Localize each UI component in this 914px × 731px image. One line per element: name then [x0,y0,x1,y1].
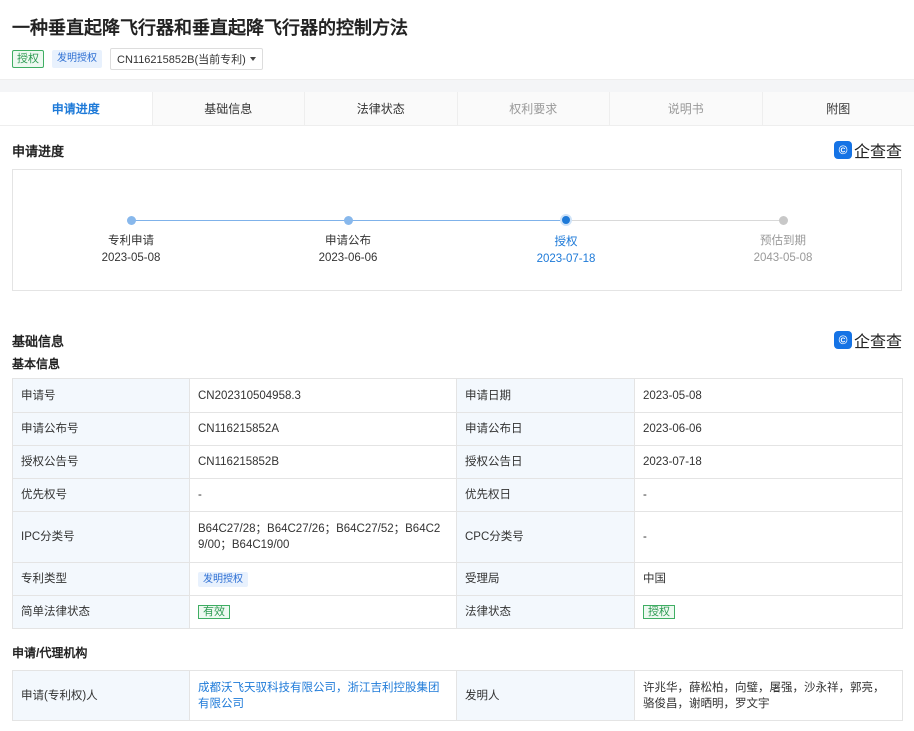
inventor-list: 许兆华，薛松柏，向璧，屠强，沙永祥，郭亮，骆俊昌，谢晒明，罗文宇 [634,670,903,721]
field-value: CN116215852B [189,445,457,479]
brand-name: 企查查 [853,144,902,161]
step-date: 2023-07-18 [536,253,596,265]
type-badge: 发明授权 [52,50,102,68]
step-dot [126,216,136,225]
step-dot-future [778,216,788,225]
brand-name: 企查查 [853,334,902,351]
step-label: 申请公布 [325,235,371,247]
table-row: 优先权号 - 优先权日 - [12,478,903,512]
tab-claims[interactable]: 权利要求 [457,92,610,125]
qcc-logo-icon: © [833,141,852,159]
patent-title: 一种垂直起降飞行器和垂直起降飞行器的控制方法 [12,18,408,38]
table-row: IPC分类号 B64C27/28；B64C27/26；B64C27/52；B64… [12,511,903,563]
field-value: 2023-07-18 [634,445,903,479]
agency-title: 申请/代理机构 [12,646,88,660]
field-value: 有效 [189,595,457,629]
status-badge: 授权 [12,50,44,68]
chevron-down-icon [249,57,256,61]
timeline-step-apply: 专利申请 2023-05-08 [71,210,191,267]
timeline-step-publish: 申请公布 2023-06-06 [288,210,408,267]
tab-progress[interactable]: 申请进度 [0,92,153,125]
step-label: 授权 [554,236,578,248]
basic-subtitle: 基本信息 [12,357,61,371]
tab-drawings[interactable]: 附图 [762,92,914,125]
field-key: 申请(专利权)人 [12,670,190,721]
table-row: 专利类型 发明授权 受理局 中国 [12,562,903,596]
basic-section-header: 基础信息 © 企查查 [0,328,914,352]
step-dot [343,216,353,225]
field-key: 优先权号 [12,478,190,512]
field-key: 申请公布日 [456,412,635,446]
field-value: 中国 [634,562,903,596]
applicant-link[interactable]: 成都沃飞天驭科技有限公司，浙江吉利控股集团有限公司 [198,682,440,710]
brand-logo: © 企查查 [833,328,902,352]
timeline-step-grant: 授权 2023-07-18 [506,210,626,268]
patent-header: 一种垂直起降飞行器和垂直起降飞行器的控制方法 授权 发明授权 CN1162158… [0,0,914,80]
table-row: 申请(专利权)人 成都沃飞天驭科技有限公司，浙江吉利控股集团有限公司 发明人 许… [12,670,903,721]
field-key: 优先权日 [456,478,635,512]
field-value: 成都沃飞天驭科技有限公司，浙江吉利控股集团有限公司 [189,670,457,721]
valid-badge: 有效 [198,605,230,619]
basic-info-title: 基础信息 [12,333,65,349]
field-key: 法律状态 [456,595,635,629]
field-value: 2023-06-06 [634,412,903,446]
progress-section-header: 申请进度 © 企查查 [0,131,914,169]
tab-basic-info[interactable]: 基础信息 [152,92,305,125]
field-key: 申请号 [12,378,190,413]
table-row: 授权公告号 CN116215852B 授权公告日 2023-07-18 [12,445,903,479]
qcc-logo-icon: © [833,331,852,349]
field-key: CPC分类号 [456,511,635,563]
patent-number-select[interactable]: CN116215852B(当前专利) [110,48,263,70]
field-key: 授权公告号 [12,445,190,479]
patent-type-badge: 发明授权 [198,572,248,587]
field-key: 简单法律状态 [12,595,190,629]
agency-table: 申请(专利权)人 成都沃飞天驭科技有限公司，浙江吉利控股集团有限公司 发明人 许… [12,670,903,721]
field-key: IPC分类号 [12,511,190,563]
tab-bar: 申请进度 基础信息 法律状态 权利要求 说明书 附图 [0,92,914,126]
basic-info-table: 申请号 CN202310504958.3 申请日期 2023-05-08 申请公… [12,378,903,629]
field-key: 授权公告日 [456,445,635,479]
legal-status-badge: 授权 [643,605,675,619]
field-value: 授权 [634,595,903,629]
field-value: - [634,478,903,512]
field-value: CN116215852A [189,412,457,446]
step-date: 2043-05-08 [753,252,813,264]
field-value: - [634,511,903,563]
field-value: B64C27/28；B64C27/26；B64C27/52；B64C29/00；… [189,511,457,563]
tab-legal-status[interactable]: 法律状态 [305,92,458,125]
field-key: 发明人 [456,670,635,721]
field-key: 受理局 [456,562,635,596]
step-date: 2023-06-06 [318,252,378,264]
step-label: 专利申请 [108,235,154,247]
brand-logo: © 企查查 [833,138,902,162]
field-value: - [189,478,457,512]
field-key: 专利类型 [12,562,190,596]
divider [0,80,914,92]
patent-number-label: CN116215852B(当前专利) [117,54,246,66]
step-dot-current [560,214,572,226]
progress-title: 申请进度 [12,143,65,159]
table-row: 申请公布号 CN116215852A 申请公布日 2023-06-06 [12,412,903,446]
field-key: 申请公布号 [12,412,190,446]
tab-description[interactable]: 说明书 [610,92,763,125]
step-label: 预估到期 [760,235,806,247]
field-value: CN202310504958.3 [189,378,457,413]
progress-timeline: 专利申请 2023-05-08 申请公布 2023-06-06 授权 2023-… [12,169,902,291]
timeline-step-expiry: 预估到期 2043-05-08 [723,210,843,267]
table-row: 申请号 CN202310504958.3 申请日期 2023-05-08 [12,378,903,413]
step-date: 2023-05-08 [101,252,161,264]
field-key: 申请日期 [456,378,635,413]
field-value: 2023-05-08 [634,378,903,413]
table-row: 简单法律状态 有效 法律状态 授权 [12,595,903,629]
field-value: 发明授权 [189,562,457,596]
